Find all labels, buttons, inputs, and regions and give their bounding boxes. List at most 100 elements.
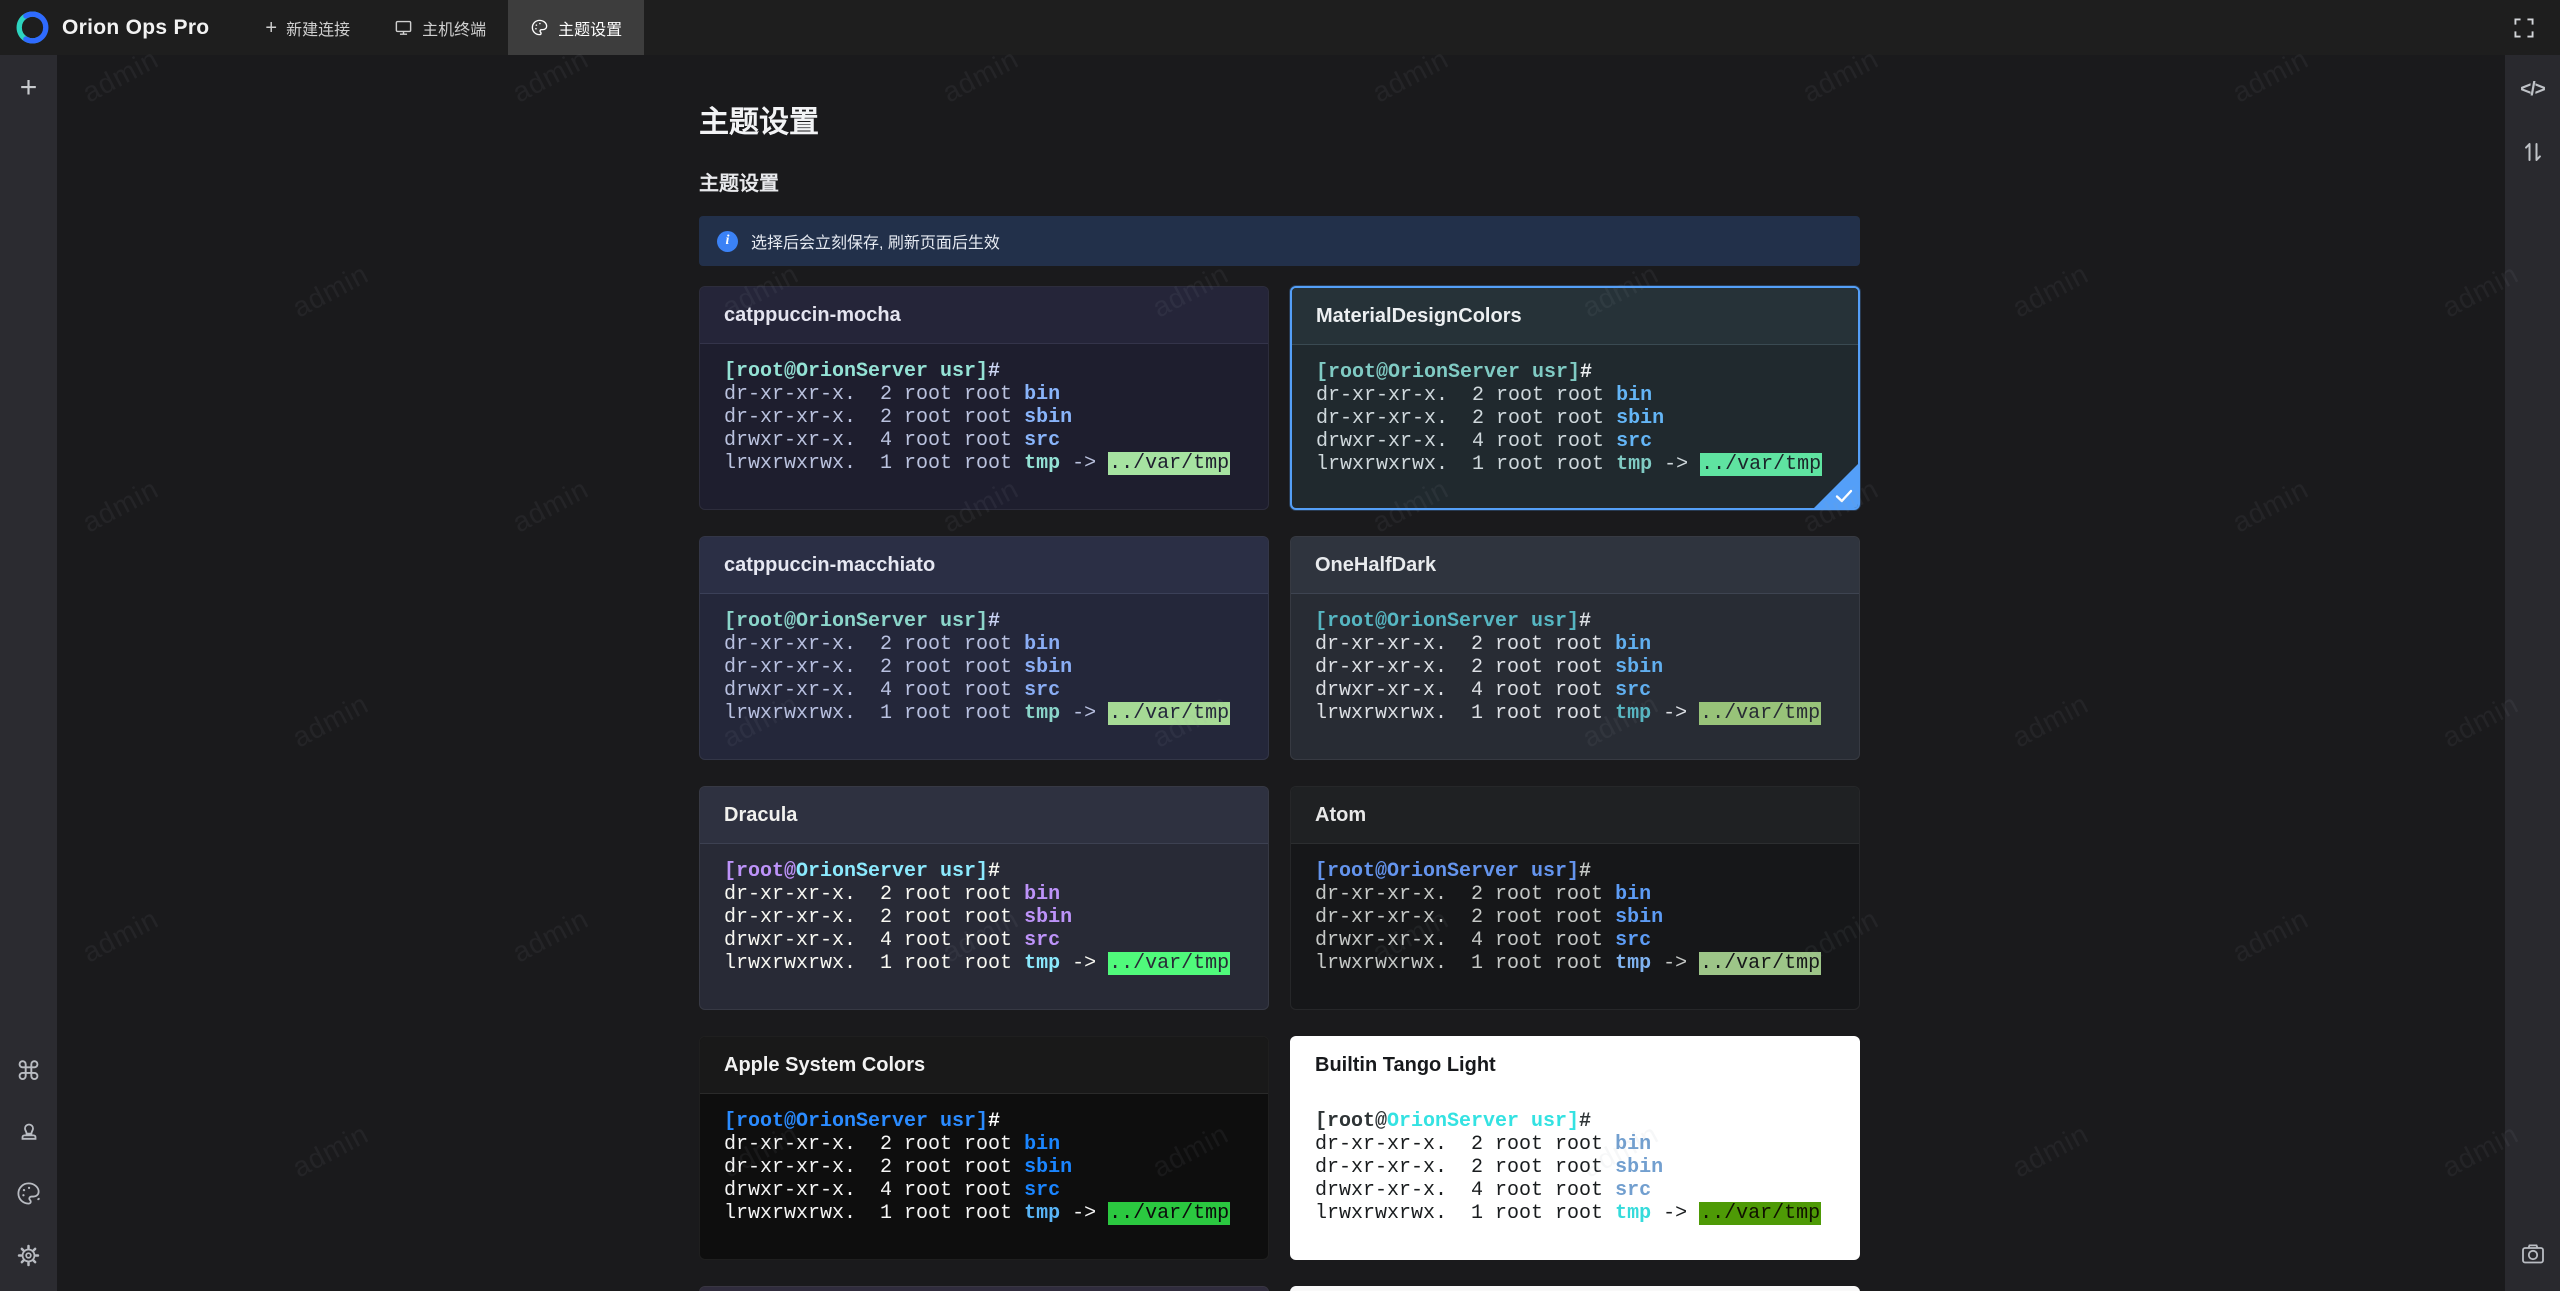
terminal-line: dr-xr-xr-x. 2 root root sbin [724, 656, 1244, 679]
theme-card-catppuccin-mocha[interactable]: catppuccin-mocha [root@OrionServer usr]#… [699, 286, 1269, 510]
terminal-line: [root@OrionServer usr]# [724, 360, 1244, 383]
page-title: 主题设置 [699, 97, 1860, 141]
tab-host-terminal[interactable]: 主机终端 [372, 0, 508, 55]
tab-label: 主题设置 [558, 16, 622, 40]
theme-card-materialdesigncolors[interactable]: MaterialDesignColors [root@OrionServer u… [1290, 286, 1860, 510]
tab-label: 新建连接 [286, 16, 350, 40]
symlink-target: ../var/tmp [1699, 952, 1821, 975]
terminal-line: [root@OrionServer usr]# [1315, 860, 1835, 883]
terminal-line: lrwxrwxrwx. 1 root root tmp -> ../var/tm… [1316, 453, 1834, 476]
fullscreen-icon[interactable] [2506, 10, 2542, 46]
theme-card-atom[interactable]: Atom [root@OrionServer usr]#dr-xr-xr-x. … [1290, 786, 1860, 1010]
terminal-line: dr-xr-xr-x. 2 root root bin [724, 1133, 1244, 1156]
terminal-line: drwxr-xr-x. 4 root root src [1315, 1179, 1835, 1202]
terminal-line: drwxr-xr-x. 4 root root src [1316, 430, 1834, 453]
sort-icon[interactable] [2515, 133, 2551, 171]
symlink-target: ../var/tmp [1108, 1202, 1230, 1225]
camera-icon[interactable] [2513, 1235, 2553, 1273]
theme-card-title: MaterialDesignColors [1292, 288, 1858, 345]
palette-icon[interactable] [9, 1174, 48, 1213]
theme-terminal-preview: [root@OrionServer usr]#dr-xr-xr-x. 2 roo… [700, 1094, 1268, 1225]
plus-icon[interactable]: + [14, 67, 44, 109]
tab-bar: + 新建连接 主机终端 主题设置 [243, 0, 644, 55]
terminal-line: [root@OrionServer usr]# [1316, 361, 1834, 384]
theme-card-title: Atom [1291, 787, 1859, 844]
plus-icon: + [265, 18, 277, 38]
check-icon [1835, 489, 1853, 503]
tab-label: 主机终端 [422, 16, 486, 40]
left-rail: + ⌘ [0, 55, 57, 1291]
symlink-target: ../var/tmp [1108, 702, 1230, 725]
theme-card-onehalfdark[interactable]: OneHalfDark [root@OrionServer usr]#dr-xr… [1290, 536, 1860, 760]
terminal-line: lrwxrwxrwx. 1 root root tmp -> ../var/tm… [1315, 1202, 1835, 1225]
theme-terminal-preview: [root@OrionServer usr]#dr-xr-xr-x. 2 roo… [1292, 345, 1858, 476]
theme-terminal-preview: [root@OrionServer usr]#dr-xr-xr-x. 2 roo… [1291, 594, 1859, 725]
theme-card-title: Duotone Dark [700, 1287, 1268, 1291]
terminal-line: dr-xr-xr-x. 2 root root sbin [1315, 656, 1835, 679]
terminal-line: dr-xr-xr-x. 2 root root bin [1315, 1133, 1835, 1156]
tab-new-connection[interactable]: + 新建连接 [243, 0, 372, 55]
terminal-line: dr-xr-xr-x. 2 root root bin [724, 883, 1244, 906]
theme-card-title: OneHalfDark [1291, 537, 1859, 594]
terminal-line: dr-xr-xr-x. 2 root root bin [1316, 384, 1834, 407]
theme-terminal-preview: [root@OrionServer usr]#dr-xr-xr-x. 2 roo… [700, 844, 1268, 975]
right-rail: </> [2505, 55, 2560, 1291]
terminal-line: drwxr-xr-x. 4 root root src [1315, 929, 1835, 952]
terminal-line: dr-xr-xr-x. 2 root root bin [1315, 633, 1835, 656]
stamp-icon[interactable] [10, 1113, 48, 1151]
theme-card-blulocolight[interactable]: BlulocoLight [root@OrionServer usr]#dr-x… [1290, 1286, 1860, 1291]
info-icon: i [717, 231, 738, 252]
theme-card-title: Builtin Tango Light [1291, 1037, 1859, 1094]
theme-card-duotone-dark[interactable]: Duotone Dark [root@OrionServer usr]#dr-x… [699, 1286, 1269, 1291]
theme-card-builtin-tango-light[interactable]: Builtin Tango Light [root@OrionServer us… [1290, 1036, 1860, 1260]
theme-card-catppuccin-macchiato[interactable]: catppuccin-macchiato [root@OrionServer u… [699, 536, 1269, 760]
app-logo-icon [14, 9, 51, 46]
terminal-line: lrwxrwxrwx. 1 root root tmp -> ../var/tm… [724, 702, 1244, 725]
tab-theme-settings[interactable]: 主题设置 [508, 0, 644, 55]
theme-card-title: Apple System Colors [700, 1037, 1268, 1094]
symlink-target: ../var/tmp [1108, 452, 1230, 475]
symlink-target: ../var/tmp [1700, 453, 1822, 476]
theme-card-title: catppuccin-mocha [700, 287, 1268, 344]
theme-card-title: Dracula [700, 787, 1268, 844]
info-banner: i 选择后会立刻保存, 刷新页面后生效 [699, 216, 1860, 266]
symlink-target: ../var/tmp [1699, 1202, 1821, 1225]
terminal-line: dr-xr-xr-x. 2 root root sbin [724, 1156, 1244, 1179]
terminal-line: lrwxrwxrwx. 1 root root tmp -> ../var/tm… [1315, 952, 1835, 975]
monitor-icon [394, 18, 413, 37]
gear-icon[interactable] [9, 1236, 48, 1275]
theme-grid: catppuccin-mocha [root@OrionServer usr]#… [699, 286, 1860, 1291]
terminal-line: drwxr-xr-x. 4 root root src [724, 679, 1244, 702]
main-content: 主题设置 主题设置 i 选择后会立刻保存, 刷新页面后生效 catppuccin… [57, 55, 2505, 1291]
theme-terminal-preview: [root@OrionServer usr]#dr-xr-xr-x. 2 roo… [700, 594, 1268, 725]
terminal-line: lrwxrwxrwx. 1 root root tmp -> ../var/tm… [1315, 702, 1835, 725]
code-icon[interactable]: </> [2514, 55, 2550, 107]
terminal-line: dr-xr-xr-x. 2 root root sbin [724, 406, 1244, 429]
theme-card-dracula[interactable]: Dracula [root@OrionServer usr]#dr-xr-xr-… [699, 786, 1269, 1010]
terminal-line: dr-xr-xr-x. 2 root root sbin [1315, 906, 1835, 929]
terminal-line: dr-xr-xr-x. 2 root root bin [724, 633, 1244, 656]
terminal-line: [root@OrionServer usr]# [724, 860, 1244, 883]
topbar: Orion Ops Pro + 新建连接 主机终端 [0, 0, 2560, 55]
terminal-line: [root@OrionServer usr]# [724, 610, 1244, 633]
brand: Orion Ops Pro [0, 0, 209, 55]
symlink-target: ../var/tmp [1699, 702, 1821, 725]
info-banner-text: 选择后会立刻保存, 刷新页面后生效 [751, 229, 1000, 253]
terminal-line: drwxr-xr-x. 4 root root src [724, 429, 1244, 452]
symlink-target: ../var/tmp [1108, 952, 1230, 975]
theme-card-title: BlulocoLight [1291, 1287, 1859, 1291]
theme-terminal-preview: [root@OrionServer usr]#dr-xr-xr-x. 2 roo… [1291, 1094, 1859, 1225]
terminal-line: drwxr-xr-x. 4 root root src [724, 929, 1244, 952]
terminal-line: dr-xr-xr-x. 2 root root sbin [1316, 407, 1834, 430]
terminal-line: dr-xr-xr-x. 2 root root bin [1315, 883, 1835, 906]
theme-terminal-preview: [root@OrionServer usr]# dr-xr-xr-x. 2 roo… [700, 344, 1268, 475]
theme-card-apple-system-colors[interactable]: Apple System Colors [root@OrionServer us… [699, 1036, 1269, 1260]
terminal-line: dr-xr-xr-x. 2 root root sbin [724, 906, 1244, 929]
terminal-line: [root@OrionServer usr]# [1315, 610, 1835, 633]
terminal-line: [root@OrionServer usr]# [1315, 1110, 1835, 1133]
command-icon[interactable]: ⌘ [10, 1052, 48, 1090]
theme-terminal-preview: [root@OrionServer usr]#dr-xr-xr-x. 2 roo… [1291, 844, 1859, 975]
theme-card-title: catppuccin-macchiato [700, 537, 1268, 594]
terminal-line: lrwxrwxrwx. 1 root root tmp -> ../var/tm… [724, 952, 1244, 975]
app-title: Orion Ops Pro [62, 16, 209, 40]
